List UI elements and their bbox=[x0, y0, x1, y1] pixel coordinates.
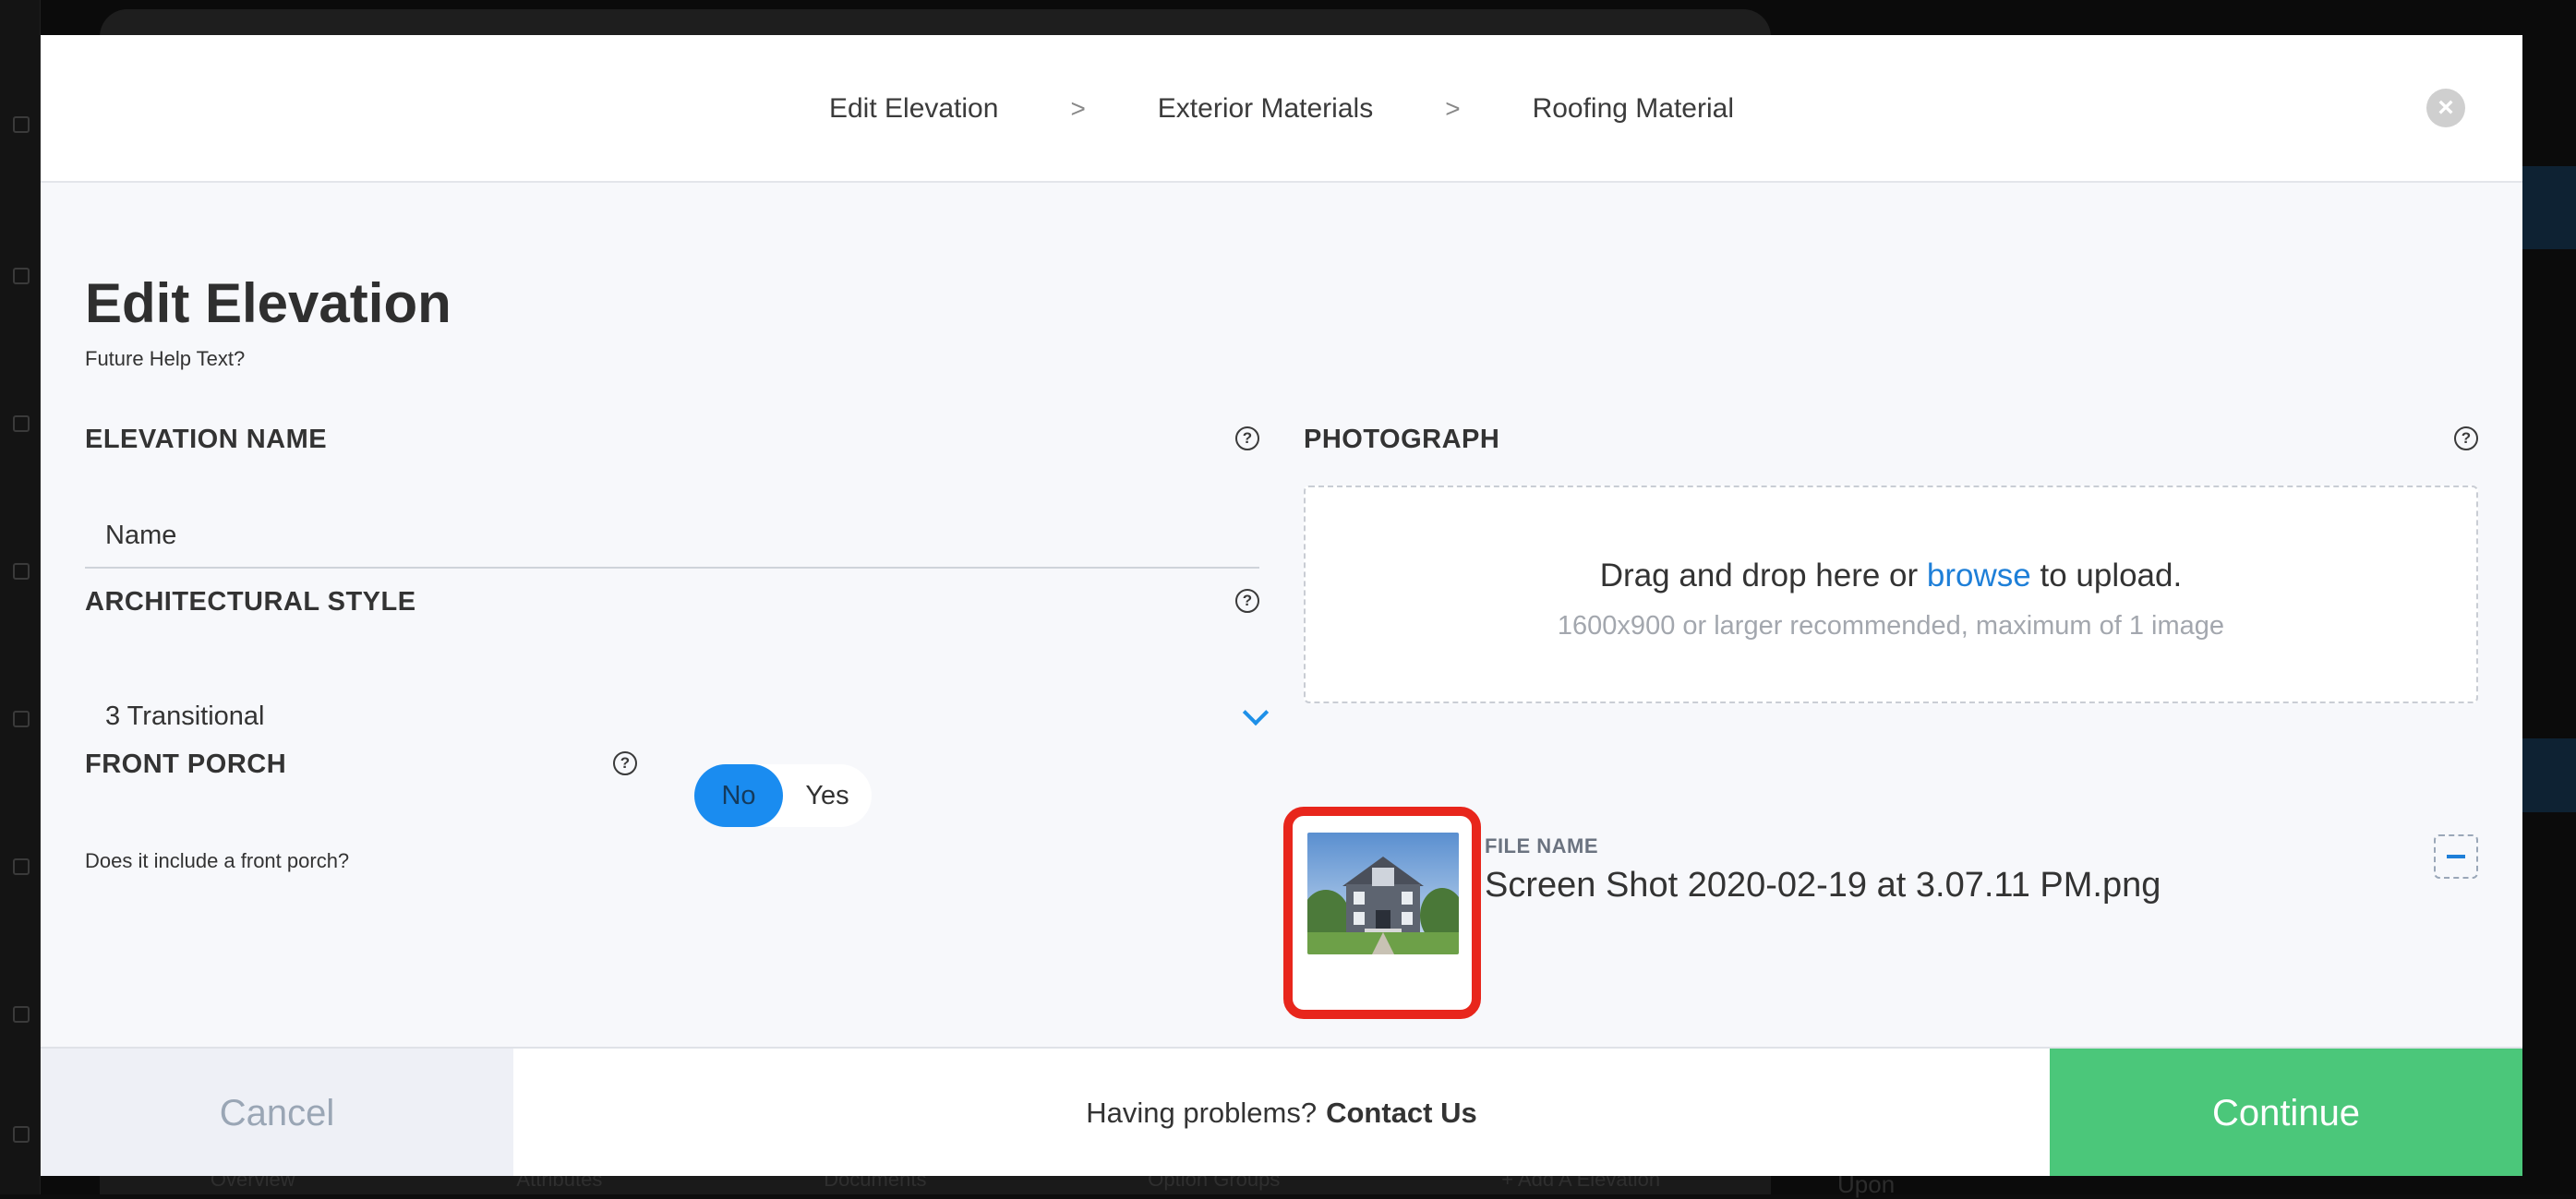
help-icon[interactable]: ? bbox=[2454, 426, 2478, 450]
breadcrumb-exterior-materials[interactable]: Exterior Materials bbox=[1152, 93, 1378, 125]
elevation-name-label: ELEVATION NAME bbox=[85, 425, 328, 454]
minus-icon bbox=[2447, 855, 2465, 858]
rail-icon bbox=[13, 858, 30, 875]
house-photo-icon bbox=[1307, 833, 1459, 954]
elevation-name-input[interactable] bbox=[85, 504, 1259, 569]
file-name-label: FILE NAME bbox=[1485, 834, 1599, 857]
help-icon[interactable]: ? bbox=[613, 751, 637, 775]
rail-icon bbox=[13, 116, 30, 133]
breadcrumb-separator: > bbox=[1070, 94, 1086, 123]
remove-photo-button[interactable] bbox=[2434, 834, 2478, 879]
browse-link[interactable]: browse bbox=[1927, 558, 2031, 594]
front-porch-no-option[interactable]: No bbox=[694, 764, 783, 827]
architectural-style-select[interactable]: 3 Transitional bbox=[85, 685, 1270, 746]
help-icon[interactable]: ? bbox=[1235, 589, 1259, 613]
rail-icon bbox=[13, 415, 30, 432]
dropzone-instructions: Drag and drop here or browse to upload. bbox=[1306, 558, 2476, 594]
photo-dropzone[interactable]: Drag and drop here or browse to upload. … bbox=[1304, 486, 2478, 703]
thumbnail-highlight bbox=[1283, 807, 1481, 1019]
background-right-accent bbox=[2522, 738, 2576, 812]
page-title: Edit Elevation bbox=[85, 272, 451, 334]
help-footer: Having problems? Contact Us bbox=[513, 1049, 2050, 1176]
modal-footer: Cancel Having problems? Contact Us Conti… bbox=[41, 1047, 2522, 1176]
rail-icon bbox=[13, 711, 30, 727]
front-porch-hint: Does it include a front porch? bbox=[85, 849, 350, 872]
photo-thumbnail[interactable] bbox=[1307, 833, 1459, 954]
architectural-style-value: 3 Transitional bbox=[105, 701, 265, 731]
close-button[interactable]: × bbox=[2426, 89, 2465, 127]
help-icon[interactable]: ? bbox=[1235, 426, 1259, 450]
rail-icon bbox=[13, 563, 30, 580]
rail-icon bbox=[13, 1126, 30, 1143]
rail-icon bbox=[13, 268, 30, 284]
edit-elevation-modal: Edit Elevation > Exterior Materials > Ro… bbox=[41, 35, 2522, 1176]
dropzone-recommendation: 1600x900 or larger recommended, maximum … bbox=[1557, 611, 2225, 641]
help-text: Having problems? bbox=[1086, 1097, 1318, 1129]
page-subtitle: Future Help Text? bbox=[85, 347, 246, 370]
continue-button[interactable]: Continue bbox=[2050, 1049, 2522, 1176]
cancel-button[interactable]: Cancel bbox=[41, 1049, 513, 1176]
photograph-label: PHOTOGRAPH bbox=[1304, 425, 1500, 454]
rail-icon bbox=[13, 1006, 30, 1023]
front-porch-toggle: No Yes bbox=[694, 764, 872, 827]
front-porch-yes-option[interactable]: Yes bbox=[783, 764, 872, 827]
dropzone-text: to upload. bbox=[2040, 558, 2183, 594]
breadcrumb-separator: > bbox=[1445, 94, 1461, 123]
architectural-style-label: ARCHITECTURAL STYLE bbox=[85, 587, 416, 617]
dropzone-text: Drag and drop here or bbox=[1599, 558, 1919, 594]
background-right-accent bbox=[2522, 166, 2576, 249]
background-left-rail bbox=[0, 0, 41, 1194]
breadcrumb-roofing-material[interactable]: Roofing Material bbox=[1527, 93, 1739, 125]
modal-header: Edit Elevation > Exterior Materials > Ro… bbox=[41, 35, 2522, 183]
front-porch-label: FRONT PORCH bbox=[85, 749, 287, 779]
close-icon: × bbox=[2438, 92, 2454, 123]
breadcrumb-edit-elevation[interactable]: Edit Elevation bbox=[824, 93, 1004, 125]
file-name-value: Screen Shot 2020-02-19 at 3.07.11 PM.png bbox=[1485, 866, 2161, 905]
contact-us-link[interactable]: Contact Us bbox=[1326, 1097, 1477, 1130]
chevron-down-icon bbox=[1242, 699, 1270, 726]
breadcrumb: Edit Elevation > Exterior Materials > Ro… bbox=[41, 35, 2522, 183]
